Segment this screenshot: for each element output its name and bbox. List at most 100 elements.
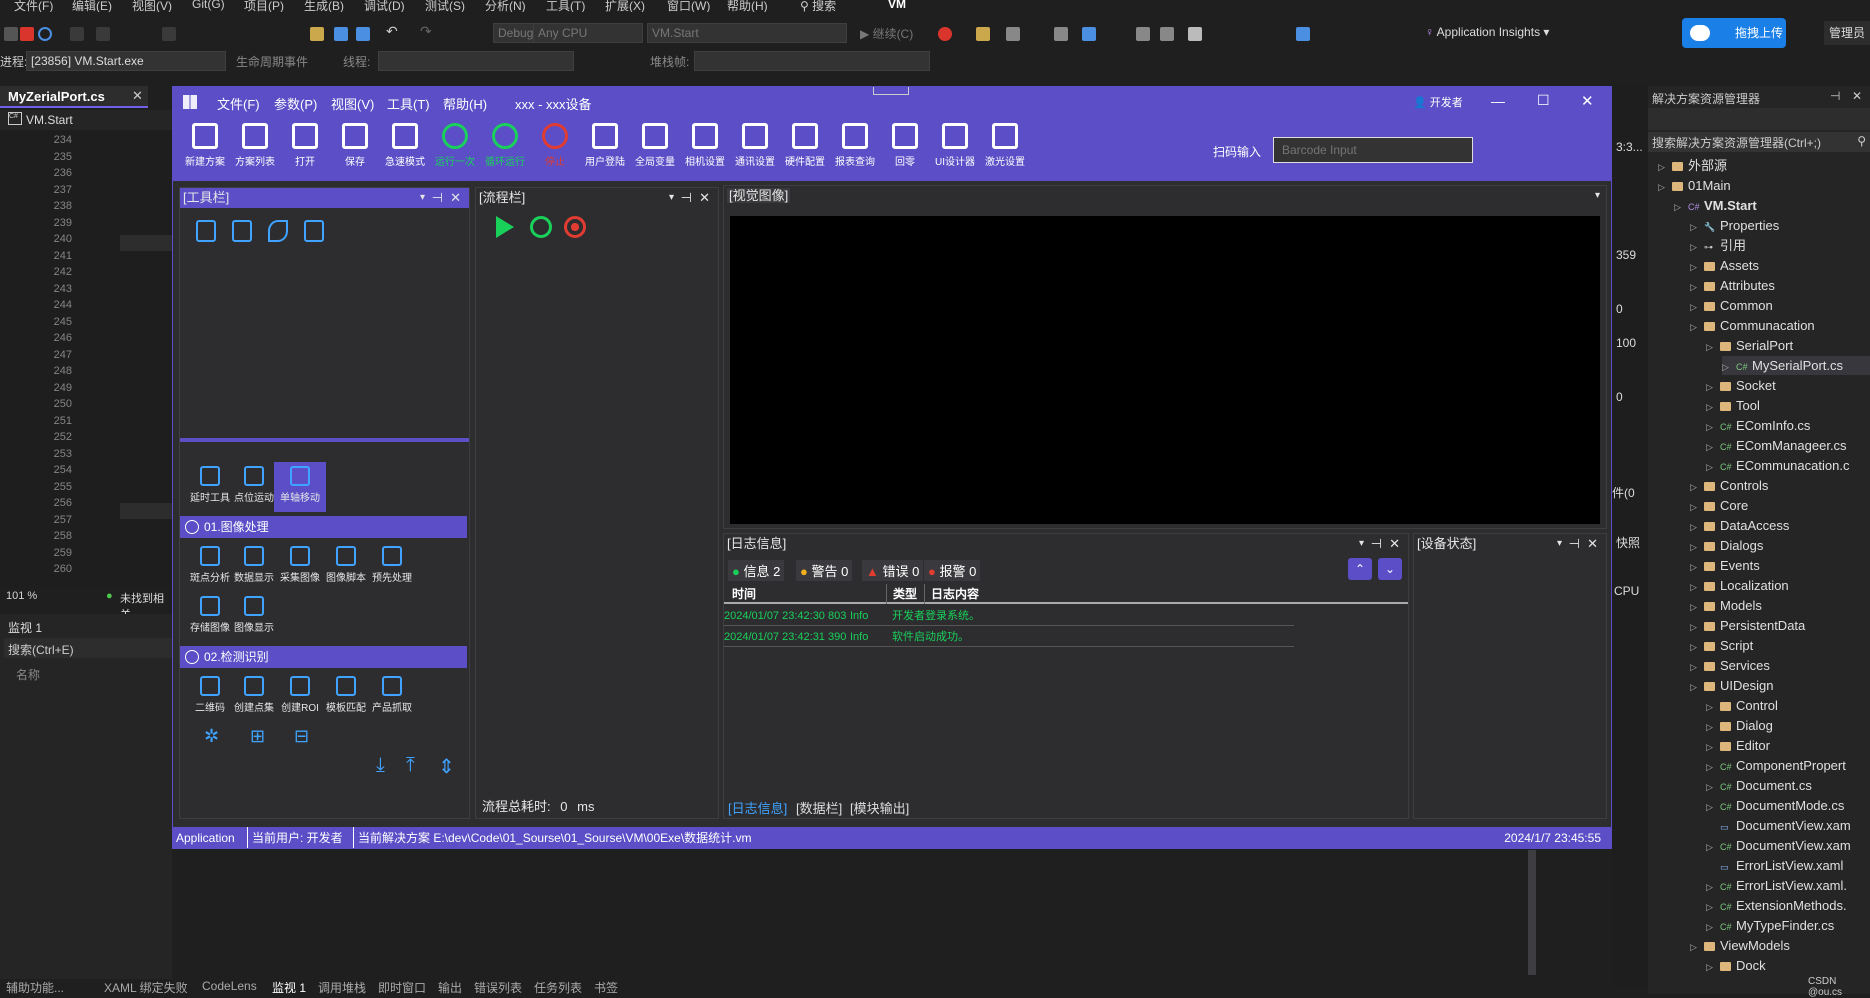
debug-pause-icon[interactable] [4,27,18,41]
se-item[interactable]: ▷ C# VM.Start [1674,196,1757,215]
ribbon-open-button[interactable]: 打开 [277,121,333,168]
close-icon[interactable]: ✕ [450,188,461,208]
expand-arrow-icon[interactable]: ▷ [1690,538,1699,557]
move-up-icon[interactable]: ⤒ [406,754,415,777]
se-item[interactable]: ▷ Assets [1690,256,1759,275]
tab-data[interactable]: [数据栏] [796,798,842,817]
se-item[interactable]: ▷ C# DocumentMode.cs [1706,796,1844,815]
watch-search-input[interactable]: 搜索(Ctrl+E) [4,638,172,658]
user-badge[interactable]: 👤 开发者 [1413,94,1463,110]
ribbon-global-vars-button[interactable]: 全局变量 [627,121,683,168]
continue-button[interactable]: ▶ 继续(C) [860,25,913,42]
expand-arrow-icon[interactable]: ▷ [1706,438,1715,457]
diagnostic-icon[interactable] [1082,27,1096,41]
tool-item[interactable]: 单轴移动 [274,462,326,512]
vs-menu-test[interactable]: 测试(S) [425,0,465,12]
pin-icon[interactable]: ⊣ [1569,534,1580,554]
stop-icon[interactable] [564,216,586,238]
folder-icon[interactable] [976,27,990,41]
undo-icon[interactable]: ↶ [386,23,400,39]
ribbon-report-query-button[interactable]: 报表查询 [827,121,883,168]
startup-combo[interactable]: VM.Start [647,23,847,43]
expand-arrow-icon[interactable]: ▷ [1706,898,1715,917]
expand-arrow-icon[interactable]: ▷ [1690,498,1699,517]
dropdown-icon[interactable]: ▾ [1359,534,1364,554]
expand-arrow-icon[interactable]: ▷ [1690,258,1699,277]
expand-arrow-icon[interactable]: ▷ [1706,798,1715,817]
close-icon[interactable]: ✕ [699,188,710,208]
tab-tasklist[interactable]: 任务列表 [534,979,582,994]
expand-arrow-icon[interactable]: ▷ [1706,778,1715,797]
expand-arrow-icon[interactable]: ▷ [1690,318,1699,337]
se-item[interactable]: ▷ ⊶ 引用 [1690,236,1746,255]
ribbon-comm-settings-button[interactable]: 通讯设置 [727,121,783,168]
vs-menu-window[interactable]: 窗口(W) [667,0,710,12]
expand-arrow-icon[interactable]: ▷ [1706,378,1715,397]
save-all-icon[interactable] [356,27,370,41]
ribbon-fast-mode-button[interactable]: 急速模式 [377,121,433,168]
se-item[interactable]: ▷ Localization [1690,576,1789,595]
se-item[interactable]: ▷ Dialog [1706,716,1773,735]
se-item[interactable]: ▭ DocumentView.xam [1706,816,1851,835]
barcode-input[interactable] [1273,137,1473,163]
vs-menu-analyze[interactable]: 分析(N) [485,0,526,12]
tool-item[interactable]: 采集图像 [274,542,326,584]
filter-alarm[interactable]: ● 报警 0 [924,560,981,581]
hot-reload-icon[interactable] [162,27,176,41]
branch-icon[interactable] [268,220,288,242]
vs-menu-extensions[interactable]: 扩展(X) [605,0,645,12]
se-item[interactable]: ▷ DataAccess [1690,516,1789,535]
expand-arrow-icon[interactable]: ▷ [1690,278,1699,297]
expand-arrow-icon[interactable]: ▷ [1706,878,1715,897]
tool-item[interactable]: 创建点集 [228,672,280,714]
tab-output[interactable]: 输出 [438,979,462,994]
expand-arrow-icon[interactable]: ▷ [1706,738,1715,757]
align-icon[interactable] [1136,27,1150,41]
se-item[interactable]: ▷ Communacation [1690,316,1815,335]
ribbon-run-once-button[interactable]: 运行一次 [427,121,483,168]
se-item[interactable]: ▷ C# ErrorListView.xaml. [1706,876,1847,895]
se-item[interactable]: ▷ C# DocumentView.xam [1706,836,1851,855]
debug-stop-icon[interactable] [20,27,34,41]
se-item[interactable]: ▷ Script [1690,636,1753,655]
section-detection[interactable]: 02.检测识别 [180,646,467,668]
tab-errorlist[interactable]: 错误列表 [474,979,522,994]
expand-arrow-icon[interactable]: ▷ [1706,458,1715,477]
manage-button[interactable]: 管理员 [1824,21,1870,45]
ribbon-save-button[interactable]: 保存 [327,121,383,168]
zoom-level[interactable]: 101 % [6,590,37,602]
log-row[interactable]: 2024/01/07 23:42:31 390 Info 软件启动成功。 [724,627,1294,647]
redo-icon[interactable]: ↷ [420,23,434,39]
expand-arrow-icon[interactable]: ▷ [1706,338,1715,357]
se-item[interactable]: ▷ UIDesign [1690,676,1773,695]
play-icon[interactable] [496,216,514,238]
col-time[interactable]: 时间 [732,584,756,604]
dropdown-icon[interactable]: ▾ [420,188,425,208]
se-item[interactable]: ▷ SerialPort [1706,336,1793,355]
se-item[interactable]: ▭ ErrorListView.xaml [1706,856,1843,875]
filter-error[interactable]: ▲ 错误 0 [862,560,924,581]
se-item[interactable]: ▷ Attributes [1690,276,1775,295]
layout-icon[interactable] [1006,27,1020,41]
se-search-input[interactable]: 搜索解决方案资源管理器(Ctrl+;) ⚲ [1648,132,1870,152]
expand-arrow-icon[interactable]: ▷ [1690,298,1699,317]
vs-menu-debug[interactable]: 调试(D) [364,0,405,12]
close-icon[interactable]: ✕ [1852,89,1862,103]
spellcheck-icon[interactable] [1054,27,1068,41]
app-insights-button[interactable]: ♀ Application Insights ▾ [1425,25,1549,39]
vs-menu-git[interactable]: Git(G) [192,0,225,11]
se-item[interactable]: ▷ C# Document.cs [1706,776,1812,795]
expand-arrow-icon[interactable]: ▷ [1706,418,1715,437]
close-icon[interactable]: ✕ [1587,534,1598,554]
stack-combo[interactable] [694,51,930,71]
tool-item[interactable]: 产品抓取 [366,672,418,714]
drag-handle[interactable] [873,87,909,95]
app-menu-help[interactable]: 帮助(H) [443,94,487,113]
se-item[interactable]: ▷ Events [1690,556,1760,575]
pin-icon[interactable]: ⊣ [1371,534,1382,554]
ribbon-user-login-button[interactable]: 用户登陆 [577,121,633,168]
close-icon[interactable]: ✕ [1389,534,1400,554]
se-item[interactable]: ▷ 外部源 [1658,156,1727,175]
se-item[interactable]: ▷ C# ComponentPropert [1706,756,1846,775]
vs-search[interactable]: ⚲ 搜索 [800,0,836,12]
